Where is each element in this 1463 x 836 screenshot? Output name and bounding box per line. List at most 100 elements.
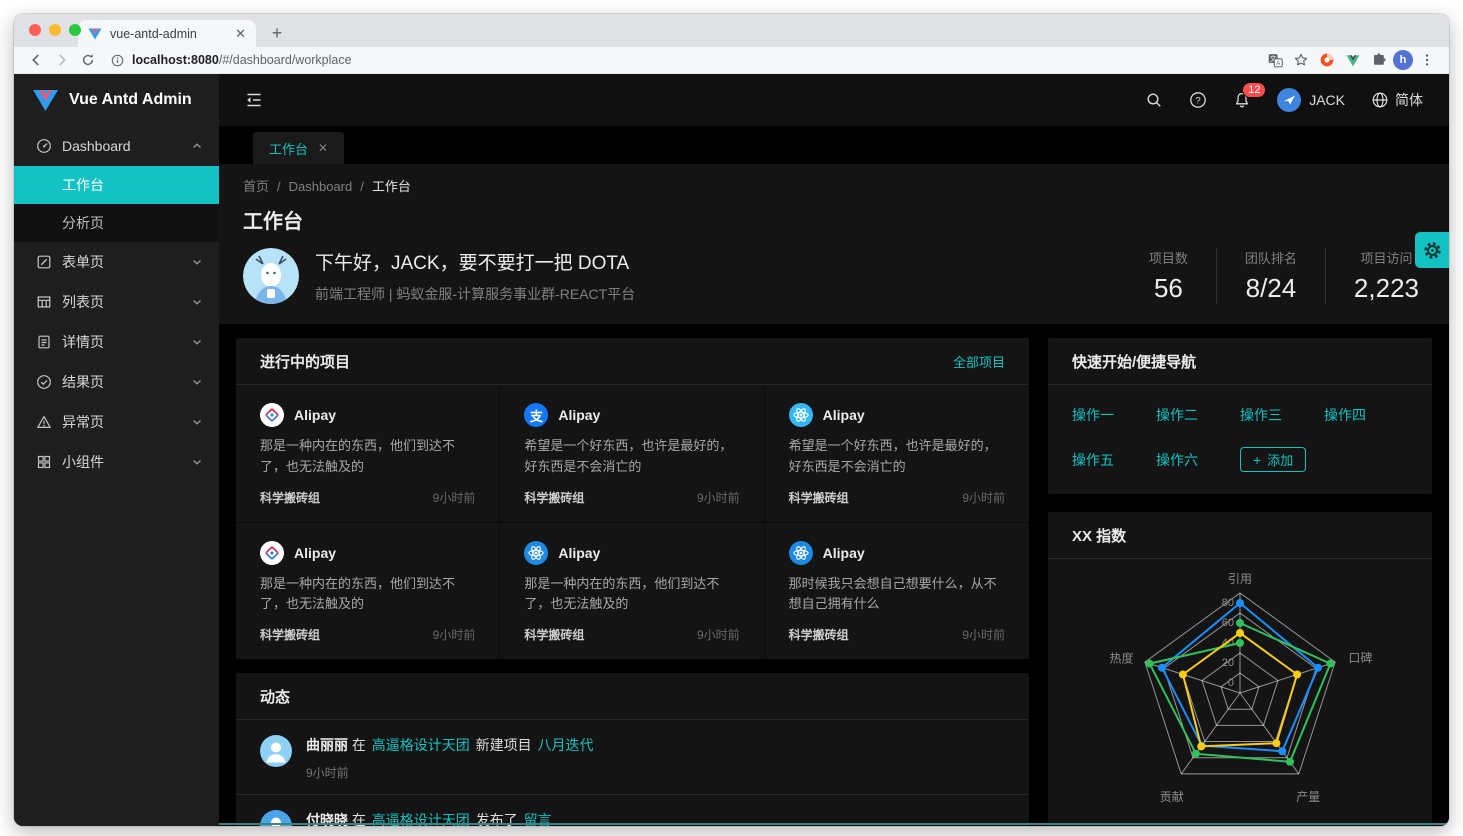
vue-favicon-icon [88,27,102,41]
greeting-text: 下午好，JACK，要不要打一把 DOTA [315,248,635,275]
project-card[interactable]: Alipay那时候我只会想自己想要什么，从不想自己拥有什么科学搬砖组9小时前 [765,523,1029,660]
screen-background: vue-antd-admin ✕ + localhost:8080/#/dash… [0,0,1463,836]
sidebar-subitem-分析页[interactable]: 分析页 [14,204,219,242]
project-group-link[interactable]: 科学搬砖组 [789,489,849,506]
profile-icon [36,334,52,350]
all-projects-link[interactable]: 全部项目 [953,352,1005,371]
browser-menu-icon[interactable] [1415,49,1439,71]
sidebar-item-详情页[interactable]: 详情页 [14,322,219,362]
forward-button[interactable] [50,49,74,71]
project-name[interactable]: Alipay [294,407,336,423]
chevron-down-icon [191,376,203,388]
svg-text:热度: 热度 [1109,650,1133,665]
svg-text:0: 0 [1228,677,1234,689]
back-button[interactable] [24,49,48,71]
breadcrumb-section[interactable]: Dashboard [289,179,353,194]
appstore-icon [36,454,52,470]
project-name[interactable]: Alipay [823,407,865,423]
project-group-link[interactable]: 科学搬砖组 [524,626,584,643]
quicknav-link-操作二[interactable]: 操作二 [1156,405,1240,425]
search-icon[interactable] [1145,91,1163,109]
project-description: 那是一种内在的东西，他们到达不了，也无法触及的 [524,574,739,616]
zoom-window-button[interactable] [69,24,81,36]
breadcrumb: 首页/Dashboard/工作台 [243,176,1425,195]
close-window-button[interactable] [29,24,41,36]
extension-orange-icon[interactable] [1315,49,1339,71]
sidebar-item-列表页[interactable]: 列表页 [14,282,219,322]
extensions-puzzle-icon[interactable] [1367,49,1391,71]
vue-logo-icon [32,89,59,112]
sidebar-item-结果页[interactable]: 结果页 [14,362,219,402]
new-tab-button[interactable]: + [264,20,290,46]
project-group-link[interactable]: 科学搬砖组 [260,626,320,643]
project-name[interactable]: Alipay [558,545,600,561]
project-name[interactable]: Alipay [823,545,865,561]
project-card[interactable]: Alipay那是一种内在的东西，他们到达不了，也无法触及的科学搬砖组9小时前 [236,523,500,660]
add-button[interactable]: +添加 [1240,447,1306,472]
project-card[interactable]: Alipay那是一种内在的东西，他们到达不了，也无法触及的科学搬砖组9小时前 [236,385,500,523]
project-group-link[interactable]: 科学搬砖组 [524,489,584,506]
project-name[interactable]: Alipay [558,407,600,423]
sidebar-submenu: 工作台分析页 [14,166,219,242]
reload-button[interactable] [76,49,100,71]
activity-time: 9小时前 [306,764,596,781]
activities-card-title: 动态 [260,686,290,707]
svg-text:产量: 产量 [1296,790,1320,804]
app-logo[interactable]: Vue Antd Admin [14,74,219,126]
radar-card-title: XX 指数 [1072,525,1126,546]
project-group-link[interactable]: 科学搬砖组 [789,626,849,643]
menu-fold-icon[interactable] [245,91,263,109]
projects-grid: Alipay那是一种内在的东西，他们到达不了，也无法触及的科学搬砖组9小时前支A… [236,385,1029,659]
gear-icon [1422,240,1443,261]
address-bar[interactable]: localhost:8080/#/dashboard/workplace [102,53,1261,68]
sidebar-subitem-工作台[interactable]: 工作台 [14,166,219,204]
legend-item-c[interactable]: c [1270,825,1294,826]
quicknav-link-操作一[interactable]: 操作一 [1072,405,1156,425]
user-avatar-icon [1277,88,1301,112]
radar-svg: 020406080引用口碑产量贡献热度 [1048,565,1432,817]
quicknav-link-操作五[interactable]: 操作五 [1072,450,1156,470]
sidebar-item-Dashboard[interactable]: Dashboard [14,126,219,166]
legend-item-b[interactable]: b [1228,825,1252,826]
svg-text:80: 80 [1222,597,1234,609]
quicknav-link-操作四[interactable]: 操作四 [1324,405,1408,425]
main-area: ? 12 JACK 简体 [219,74,1449,826]
project-name[interactable]: Alipay [294,545,336,561]
translate-icon[interactable]: 文A [1263,49,1287,71]
project-card[interactable]: 支Alipay希望是一个好东西，也许是最好的，好东西是不会消亡的科学搬砖组9小时… [500,385,764,523]
svg-text:口碑: 口碑 [1348,650,1372,665]
quicknav-link-操作六[interactable]: 操作六 [1156,450,1240,470]
tab-close-icon[interactable]: ✕ [235,26,246,42]
quicknav-link-操作三[interactable]: 操作三 [1240,405,1324,425]
language-selector[interactable]: 简体 [1371,90,1423,110]
site-info-icon[interactable] [110,53,125,68]
project-description: 希望是一个好东西，也许是最好的，好东西是不会消亡的 [789,436,1005,478]
activity-link[interactable]: 八月迭代 [538,737,594,753]
user-description: 前端工程师 | 蚂蚁金服-计算服务事业群-REACT平台 [315,284,635,304]
help-icon[interactable]: ? [1189,91,1207,109]
activity-user[interactable]: 曲丽丽 [306,737,348,753]
project-time: 9小时前 [433,489,476,506]
page-tab-workplace[interactable]: 工作台 ✕ [253,132,344,164]
notifications-bell-icon[interactable]: 12 [1233,91,1251,109]
browser-profile-avatar[interactable]: h [1393,50,1413,70]
bookmark-star-icon[interactable] [1289,49,1313,71]
browser-tab[interactable]: vue-antd-admin ✕ [78,20,256,47]
project-card[interactable]: Alipay希望是一个好东西，也许是最好的，好东西是不会消亡的科学搬砖组9小时前 [765,385,1029,523]
project-card[interactable]: Alipay那是一种内在的东西，他们到达不了，也无法触及的科学搬砖组9小时前 [500,523,764,660]
settings-gear-button[interactable] [1415,232,1449,268]
user-menu[interactable]: JACK [1277,88,1345,112]
minimize-window-button[interactable] [49,24,61,36]
sidebar-item-小组件[interactable]: 小组件 [14,442,219,482]
project-group-link[interactable]: 科学搬砖组 [260,489,320,506]
sidebar-item-异常页[interactable]: 异常页 [14,402,219,442]
breadcrumb-home[interactable]: 首页 [243,179,269,194]
table-icon [36,294,52,310]
activity-link[interactable]: 高逼格设计天团 [372,737,470,753]
quicknav-links: 操作一操作二操作三操作四操作五操作六+添加 [1048,385,1432,494]
page-tab-close-icon[interactable]: ✕ [318,141,328,155]
activity-item: 付晓晓 在 高逼格设计天团 发布了 留言9小时前 [236,795,1029,826]
vue-devtools-icon[interactable] [1341,49,1365,71]
legend-item-a[interactable]: a [1186,825,1210,826]
sidebar-item-表单页[interactable]: 表单页 [14,242,219,282]
